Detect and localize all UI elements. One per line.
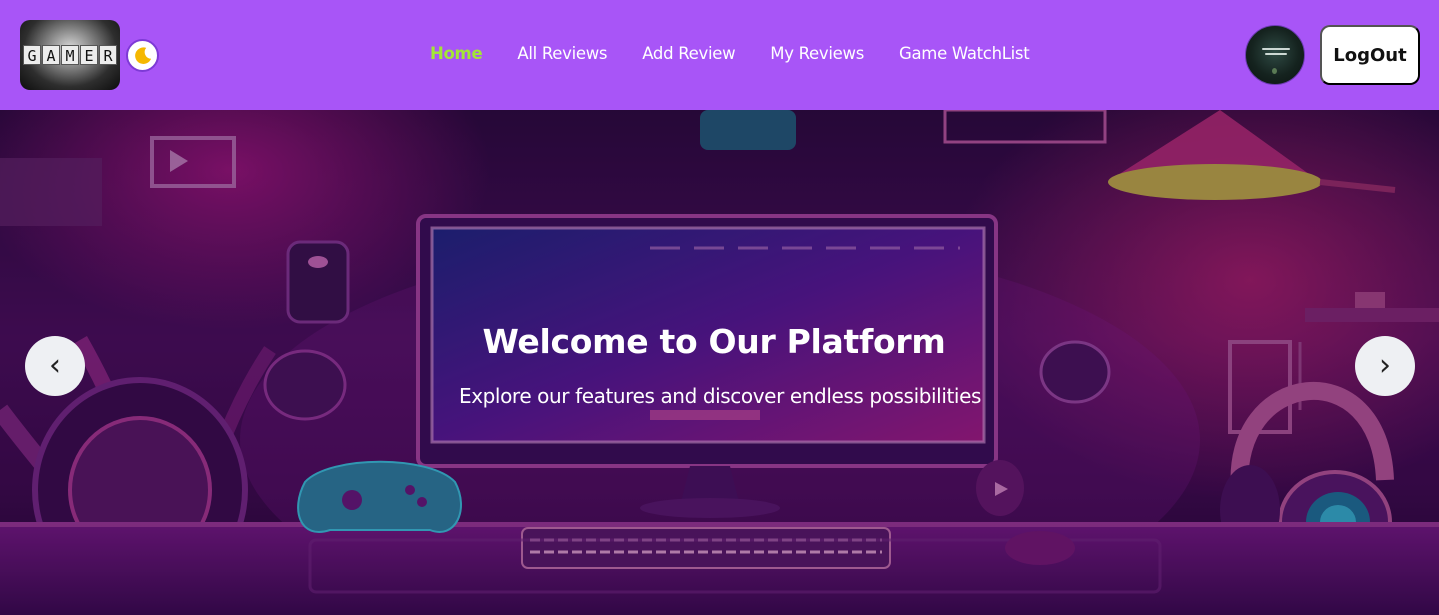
nav-link-game-watchlist[interactable]: Game WatchList — [899, 44, 1030, 63]
nav-link-add-review[interactable]: Add Review — [642, 44, 735, 63]
logo-wordmark: G A M E R — [23, 45, 117, 65]
hero-overlay — [0, 110, 1439, 615]
avatar-detail — [1272, 68, 1277, 74]
carousel-prev-button[interactable]: ‹ — [25, 336, 85, 396]
logo-letter: M — [61, 45, 79, 65]
chevron-right-icon: › — [1379, 348, 1391, 383]
hero-title: Welcome to Our Platform — [482, 322, 946, 361]
hero-subtitle: Explore our features and discover endles… — [458, 384, 982, 408]
moon-icon — [134, 46, 151, 64]
site-logo[interactable]: G A M E R — [20, 20, 120, 90]
logo-letter: E — [80, 45, 98, 65]
logo-letter: A — [42, 45, 60, 65]
hero-carousel: Welcome to Our Platform Explore our feat… — [0, 110, 1439, 615]
avatar-detail — [1265, 53, 1287, 55]
carousel-next-button[interactable]: › — [1355, 336, 1415, 396]
nav-link-home[interactable]: Home — [430, 44, 483, 63]
navbar: G A M E R Home All Reviews Add Review My… — [0, 0, 1439, 110]
main-nav: Home All Reviews Add Review My Reviews G… — [430, 44, 1030, 63]
avatar-detail — [1262, 48, 1290, 50]
logo-letter: G — [23, 45, 41, 65]
logout-button[interactable]: LogOut — [1320, 25, 1420, 85]
user-avatar[interactable] — [1245, 25, 1305, 85]
logo-letter: R — [99, 45, 117, 65]
nav-link-my-reviews[interactable]: My Reviews — [770, 44, 864, 63]
chevron-left-icon: ‹ — [49, 348, 61, 383]
nav-link-all-reviews[interactable]: All Reviews — [517, 44, 607, 63]
theme-toggle-button[interactable] — [126, 39, 159, 72]
